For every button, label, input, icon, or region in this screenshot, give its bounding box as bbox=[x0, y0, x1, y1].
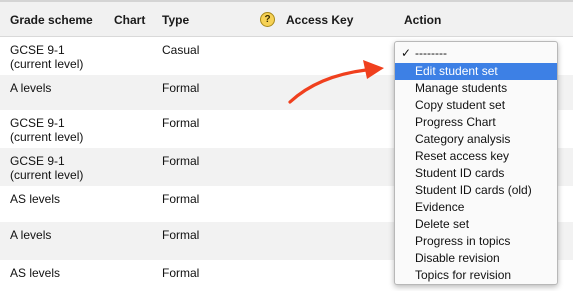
type-cell: Formal bbox=[162, 192, 200, 206]
menu-option-progress-chart[interactable]: Progress Chart bbox=[395, 114, 557, 131]
menu-option-label: Progress Chart bbox=[415, 115, 496, 129]
menu-option-topics-for-revision[interactable]: Topics for revision bbox=[395, 267, 557, 284]
menu-option-label: Copy student set bbox=[415, 98, 506, 112]
grade-scheme-cell: A levels bbox=[10, 81, 52, 95]
pointer-arrow-icon bbox=[288, 60, 384, 104]
type-cell: Casual bbox=[162, 43, 200, 57]
menu-option-label: Progress in topics bbox=[415, 234, 511, 248]
header-grade-scheme: Grade scheme bbox=[10, 13, 93, 27]
table-header: Grade scheme Chart Type ? Access Key Act… bbox=[0, 2, 573, 37]
menu-option-evidence[interactable]: Evidence bbox=[395, 199, 557, 216]
type-cell: Formal bbox=[162, 266, 200, 280]
action-dropdown-menu[interactable]: ✓ -------- Edit student set Manage stude… bbox=[394, 41, 558, 285]
menu-option-student-id-cards[interactable]: Student ID cards bbox=[395, 165, 557, 182]
header-access-key: Access Key bbox=[286, 13, 354, 27]
menu-option-student-id-cards-old[interactable]: Student ID cards (old) bbox=[395, 182, 557, 199]
menu-option-reset-access-key[interactable]: Reset access key bbox=[395, 148, 557, 165]
header-chart: Chart bbox=[114, 13, 146, 27]
type-cell: Formal bbox=[162, 81, 200, 95]
menu-option-edit-student-set[interactable]: Edit student set bbox=[395, 63, 557, 80]
menu-option-copy-student-set[interactable]: Copy student set bbox=[395, 97, 557, 114]
menu-option-label: Category analysis bbox=[415, 132, 511, 146]
menu-option-label: Edit student set bbox=[415, 64, 498, 78]
menu-option-label: Topics for revision bbox=[415, 268, 512, 282]
menu-option-label: Student ID cards bbox=[415, 166, 505, 180]
menu-option-label: Delete set bbox=[415, 217, 470, 231]
menu-option-blank[interactable]: ✓ -------- bbox=[395, 45, 557, 62]
type-cell: Formal bbox=[162, 228, 200, 242]
menu-option-disable-revision[interactable]: Disable revision bbox=[395, 250, 557, 267]
type-cell: Formal bbox=[162, 154, 200, 168]
menu-option-label: Reset access key bbox=[415, 149, 510, 163]
help-icon[interactable]: ? bbox=[260, 12, 275, 27]
menu-option-delete-set[interactable]: Delete set bbox=[395, 216, 557, 233]
grade-scheme-cell: GCSE 9-1 (current level) bbox=[10, 154, 84, 182]
header-action: Action bbox=[404, 13, 442, 27]
menu-option-label: Manage students bbox=[415, 81, 508, 95]
header-type: Type bbox=[162, 13, 190, 27]
grade-scheme-cell: GCSE 9-1 (current level) bbox=[10, 43, 84, 71]
checkmark-icon: ✓ bbox=[401, 46, 412, 60]
menu-option-label: Evidence bbox=[415, 200, 465, 214]
menu-option-label: Student ID cards (old) bbox=[415, 183, 532, 197]
grade-scheme-cell: AS levels bbox=[10, 192, 61, 206]
grade-scheme-cell: A levels bbox=[10, 228, 52, 242]
menu-option-progress-in-topics[interactable]: Progress in topics bbox=[395, 233, 557, 250]
type-cell: Formal bbox=[162, 116, 200, 130]
menu-option-manage-students[interactable]: Manage students bbox=[395, 80, 557, 97]
grade-scheme-cell: AS levels bbox=[10, 266, 61, 280]
menu-option-category-analysis[interactable]: Category analysis bbox=[395, 131, 557, 148]
menu-option-label: Disable revision bbox=[415, 251, 500, 265]
menu-option-label: -------- bbox=[415, 46, 447, 60]
grade-scheme-cell: GCSE 9-1 (current level) bbox=[10, 116, 84, 144]
